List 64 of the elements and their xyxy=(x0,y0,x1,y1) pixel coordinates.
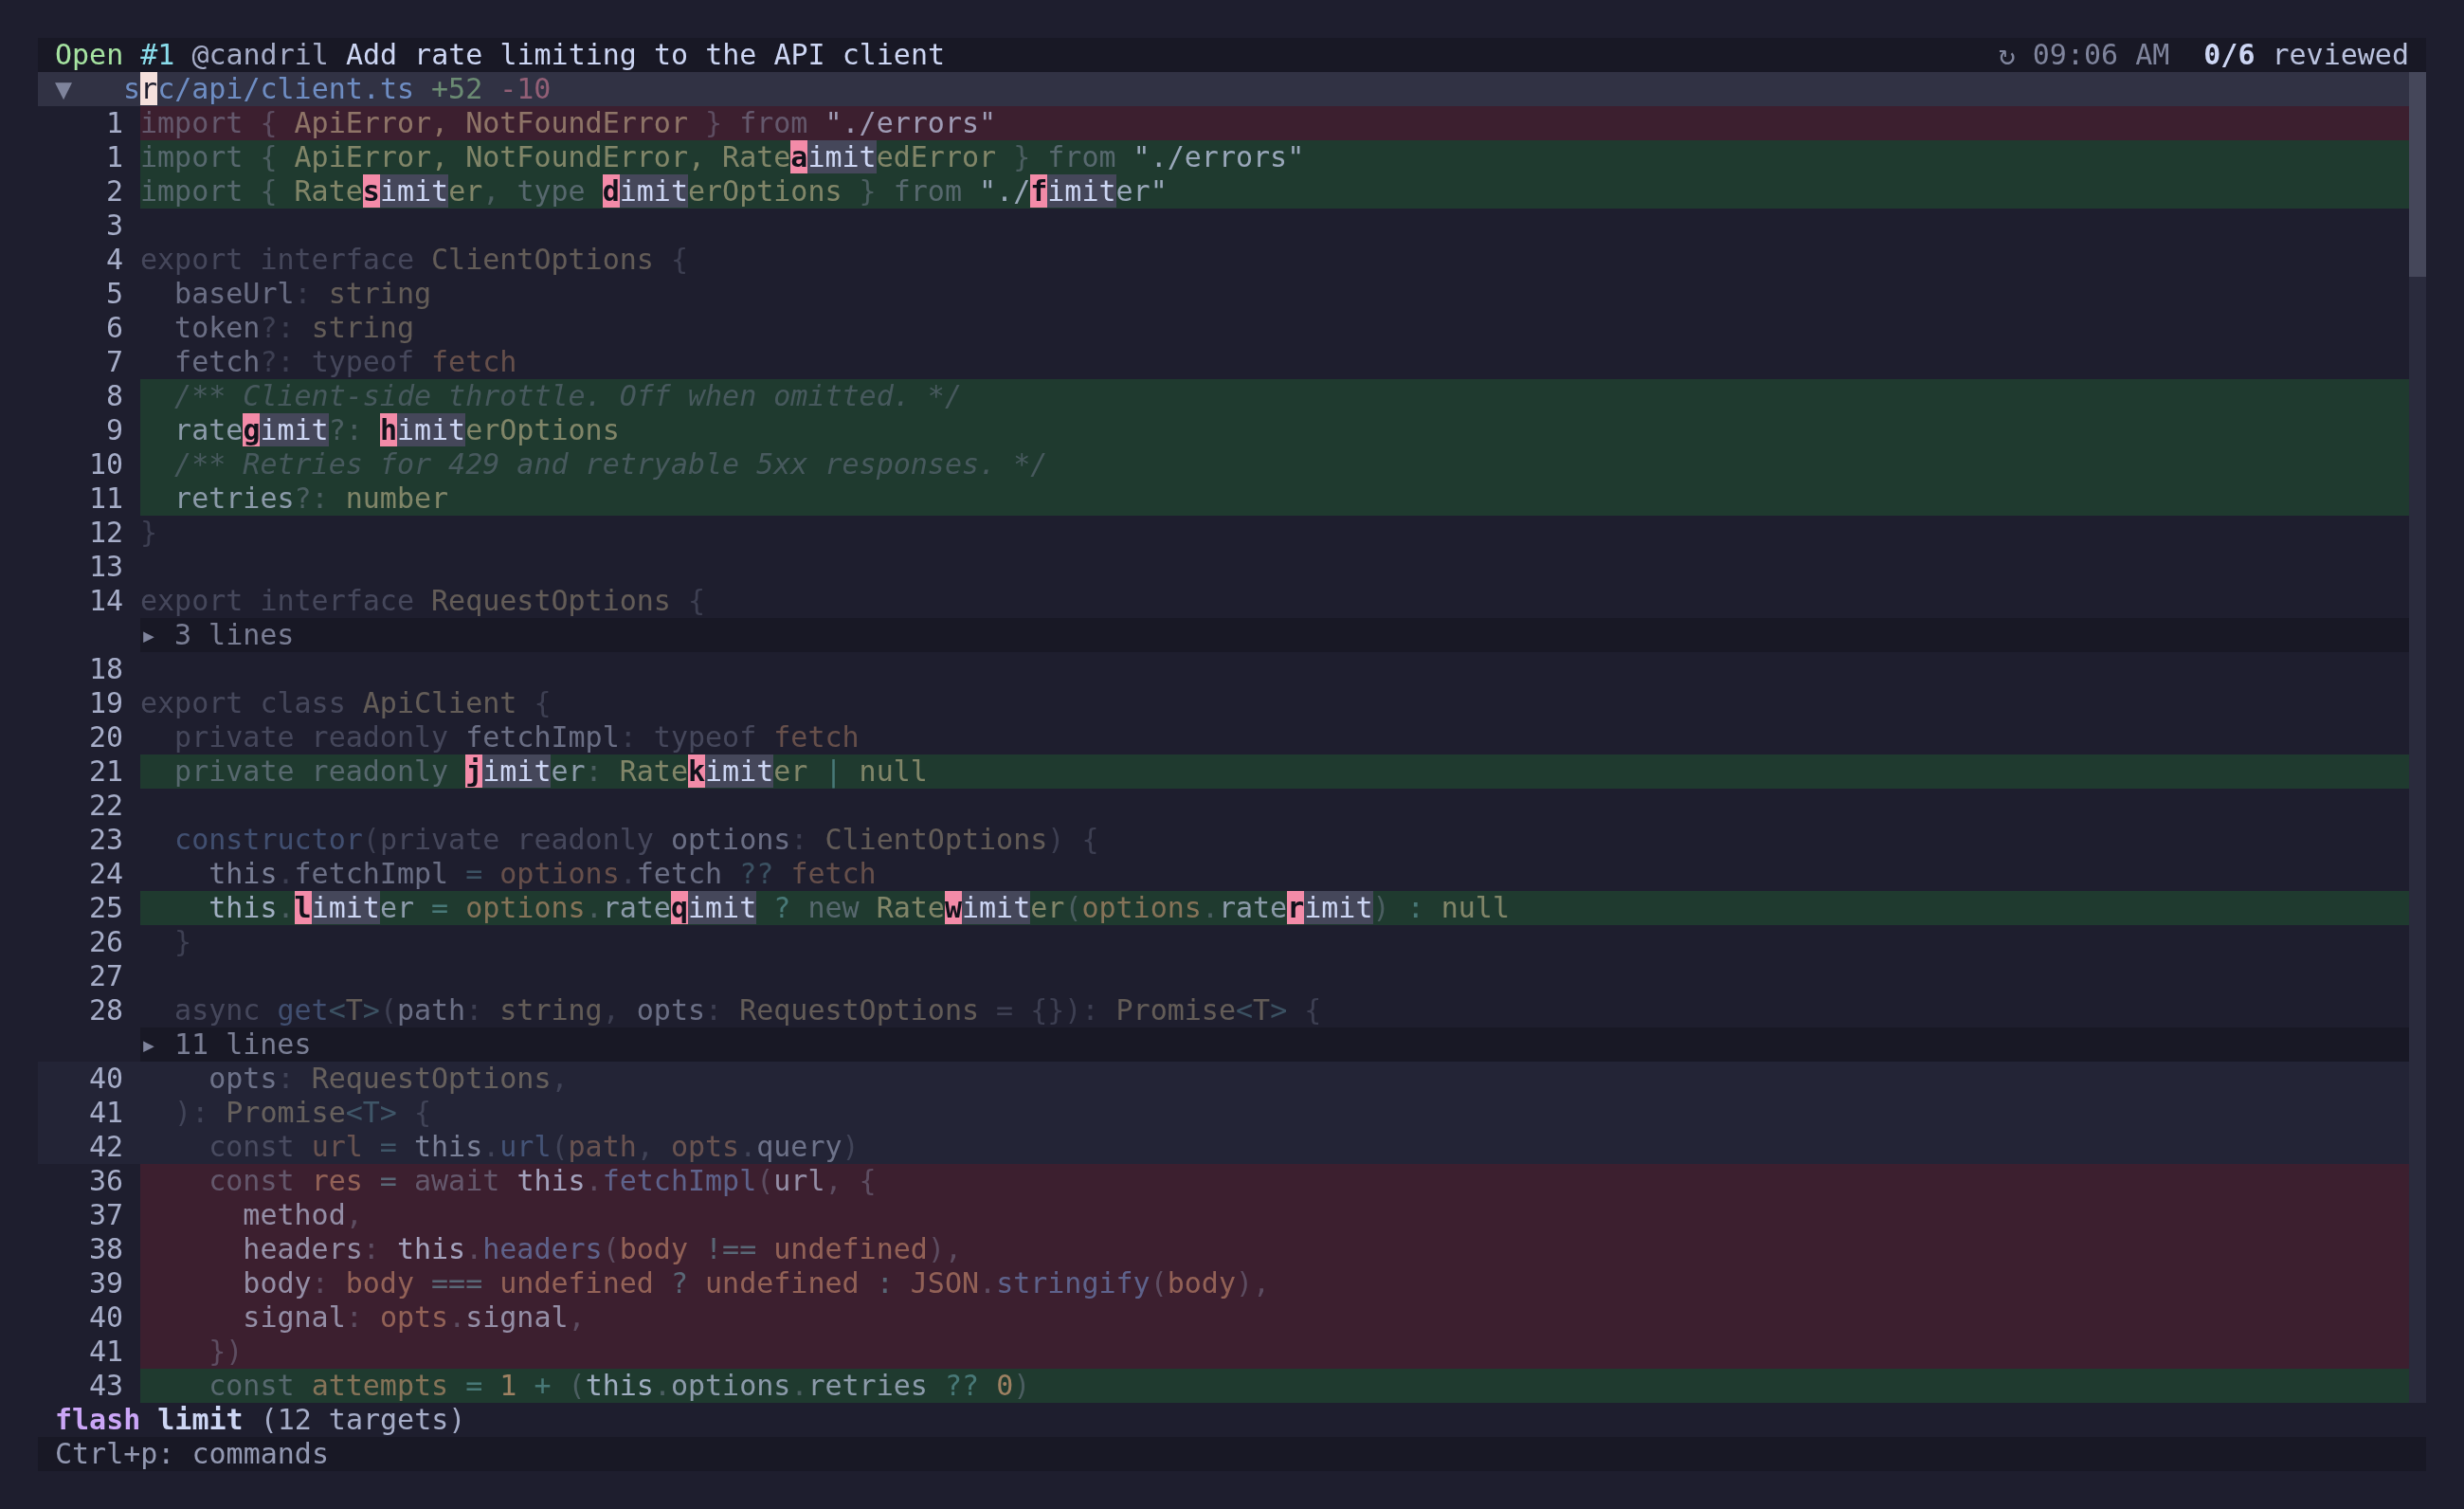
line-number: 28 xyxy=(88,993,123,1027)
line-number: 8 xyxy=(105,379,123,413)
pr-title: Add rate limiting to the API client xyxy=(345,38,946,72)
refresh-icon: ↻ xyxy=(1998,38,2016,72)
line-number: 4 xyxy=(105,243,123,277)
search-query: limit xyxy=(157,1403,244,1437)
code-line: baseUrl: string xyxy=(173,277,432,310)
line-number: 43 xyxy=(88,1369,123,1403)
line-number: 18 xyxy=(88,652,123,686)
collapsed-lines-button[interactable]: ▸ 11 lines xyxy=(140,1027,2409,1062)
line-number: 12 xyxy=(88,516,123,550)
pr-number: #1 xyxy=(140,38,175,72)
line-number: 3 xyxy=(105,209,123,243)
match-count: (12 targets) xyxy=(260,1403,466,1437)
scrollbar-track[interactable] xyxy=(2409,72,2426,1403)
line-number: 41 xyxy=(88,1335,123,1369)
line-number: 23 xyxy=(88,823,123,857)
pr-status: Open xyxy=(55,38,124,72)
line-number: 37 xyxy=(88,1198,123,1232)
code-line: } xyxy=(140,516,158,549)
reviewed-count: 0/6 xyxy=(2203,38,2256,72)
line-number: 9 xyxy=(105,413,123,447)
line-number: 6 xyxy=(105,311,123,345)
line-number: 1 xyxy=(105,140,123,174)
line-number: 22 xyxy=(88,789,123,823)
shortcut-hint: Ctrl+p: commands xyxy=(55,1437,329,1471)
additions-count: +52 xyxy=(431,72,483,106)
caret-icon: ▸ xyxy=(140,618,157,652)
line-number: 10 xyxy=(88,447,123,482)
deletions-count: -10 xyxy=(499,72,552,106)
line-number: 13 xyxy=(88,550,123,584)
line-number: 14 xyxy=(88,584,123,618)
line-number: 5 xyxy=(105,277,123,311)
line-number: 11 xyxy=(88,482,123,516)
line-number: 19 xyxy=(88,686,123,720)
mode-name: flash xyxy=(55,1403,141,1437)
line-number: 21 xyxy=(88,754,123,789)
line-number: 1 xyxy=(105,106,123,140)
line-number: 27 xyxy=(88,959,123,993)
code-line: token?: string xyxy=(173,311,414,344)
line-number: 2 xyxy=(105,174,123,209)
code-line: } xyxy=(173,925,192,958)
pr-author: @candril xyxy=(191,38,329,72)
line-number: 41 xyxy=(88,1096,123,1130)
scrollbar-thumb[interactable] xyxy=(2409,72,2426,277)
reviewed-label: reviewed xyxy=(2272,38,2409,72)
collapsed-lines-button[interactable]: ▸ 3 lines xyxy=(140,618,2409,652)
line-number: 26 xyxy=(88,925,123,959)
file-path: s rc/api/client.ts xyxy=(123,72,415,106)
code-line: opts: RequestOptions, xyxy=(208,1062,569,1095)
line-number: 7 xyxy=(105,345,123,379)
line-number: 24 xyxy=(88,857,123,891)
line-number: 20 xyxy=(88,720,123,754)
code-line: this.fetchImpl = options.fetch ?? fetch xyxy=(208,857,877,890)
line-number: 39 xyxy=(88,1266,123,1300)
collapse-toggle[interactable]: ▼ xyxy=(55,72,72,106)
line-number: 40 xyxy=(88,1062,123,1096)
updated-time: 09:06 AM xyxy=(2032,38,2170,72)
line-number: 42 xyxy=(88,1130,123,1164)
line-number: 36 xyxy=(88,1164,123,1198)
line-number: 25 xyxy=(88,891,123,925)
line-number: 40 xyxy=(88,1300,123,1335)
caret-icon: ▸ xyxy=(140,1027,157,1062)
line-number: 38 xyxy=(88,1232,123,1266)
